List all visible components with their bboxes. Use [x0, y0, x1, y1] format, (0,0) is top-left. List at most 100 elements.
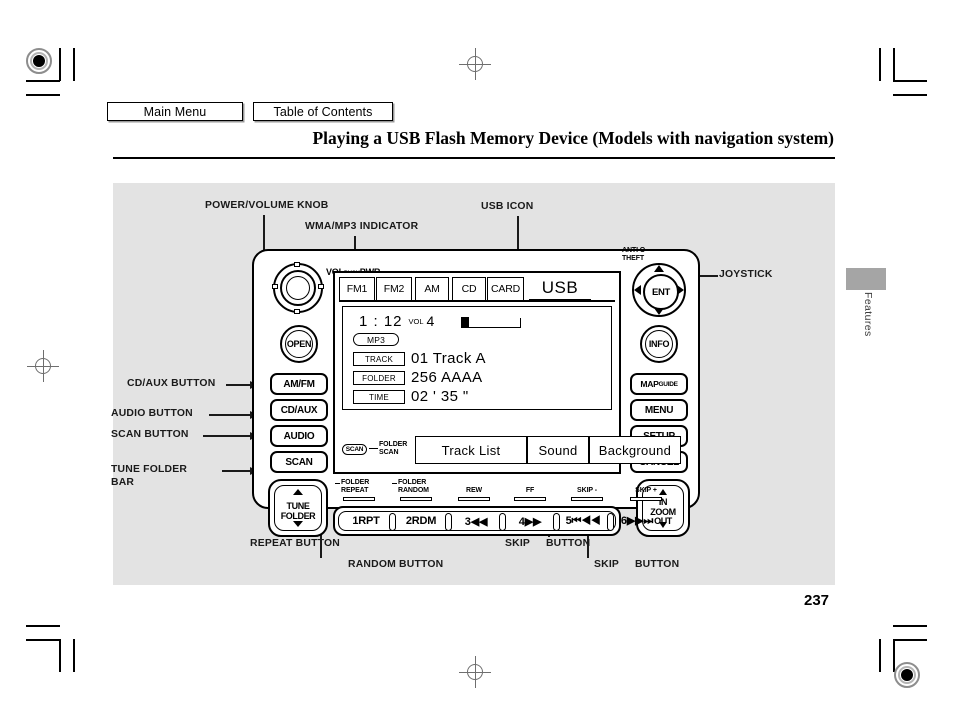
- leader-line: [263, 215, 265, 253]
- registration-mark-bottom-right: [894, 662, 920, 688]
- tune-folder-up-icon[interactable]: [293, 489, 303, 495]
- preset-button-bar: 1RPT 2RDM 3◀◀ 4▶▶ 5⏮◀◀ 6▶▶⏭: [333, 506, 653, 536]
- map-label: MAP: [640, 379, 659, 389]
- tab-card[interactable]: CARD: [487, 277, 524, 301]
- softkey-track-list[interactable]: Track List: [415, 436, 527, 464]
- legend-folder-random-line2: RANDOM: [398, 487, 429, 494]
- tab-am-label: AM: [424, 283, 440, 295]
- scan-button[interactable]: SCAN: [270, 451, 328, 473]
- joystick-left-icon[interactable]: [634, 285, 641, 295]
- cd-aux-label: CD/AUX: [280, 404, 318, 416]
- legend-rew: REW: [465, 487, 483, 494]
- tab-row-divider: [339, 300, 615, 302]
- folder-scan-line1: FOLDER: [379, 441, 408, 448]
- softkey-track-list-label: Track List: [441, 442, 501, 458]
- format-indicator-label: MP3: [366, 334, 386, 345]
- callout-skip-minus-button: SKIP BUTTON: [505, 538, 590, 551]
- joystick[interactable]: ENT: [632, 263, 686, 317]
- main-menu-button[interactable]: Main Menu: [107, 102, 243, 121]
- legend-folder-random-line1: FOLDER: [398, 479, 427, 486]
- softkey-background-label: Background: [598, 442, 672, 458]
- cd-aux-button[interactable]: CD/AUX: [270, 399, 328, 421]
- audio-label: AUDIO: [283, 430, 315, 442]
- registration-mark-top-left: [26, 48, 52, 74]
- tab-fm1[interactable]: FM1: [339, 277, 375, 301]
- folder-tag: FOLDER: [353, 371, 405, 385]
- crop-mark: [893, 48, 895, 81]
- open-button[interactable]: OPEN: [280, 325, 318, 363]
- registration-crosshair-bottom: [459, 656, 491, 688]
- format-indicator: MP3: [353, 333, 399, 346]
- crop-mark: [893, 639, 895, 672]
- tune-folder-line1: TUNE: [286, 501, 310, 511]
- callout-skip-minus-word: SKIP: [505, 538, 530, 549]
- preset-button-2[interactable]: 2RDM: [397, 508, 445, 534]
- preset-separator: [389, 513, 396, 531]
- tab-usb-label: USB: [541, 278, 579, 297]
- crop-mark: [73, 639, 75, 672]
- ent-button[interactable]: ENT: [643, 274, 679, 310]
- preset-separator: [445, 513, 452, 531]
- tune-folder-down-icon[interactable]: [293, 521, 303, 527]
- preset-button-5[interactable]: 5⏮◀◀: [559, 508, 607, 534]
- tab-am[interactable]: AM: [415, 277, 449, 301]
- crop-mark: [26, 80, 60, 82]
- preset-4-label: 4▶▶: [518, 515, 542, 528]
- callout-cd-aux-button: CD/AUX BUTTON: [127, 378, 216, 389]
- crop-mark: [893, 625, 927, 627]
- guide-label: GUIDE: [658, 380, 678, 388]
- legend-bar: [458, 497, 490, 501]
- time-tag: TIME: [353, 390, 405, 404]
- callout-skip-plus-word: SKIP: [594, 559, 619, 570]
- callout-repeat-button: REPEAT BUTTON: [250, 538, 340, 549]
- table-of-contents-button[interactable]: Table of Contents: [253, 102, 393, 121]
- folder-scan-line2: SCAN: [379, 449, 399, 456]
- callout-wma-mp3-indicator: WMA/MP3 INDICATOR: [305, 221, 419, 232]
- anti-theft-line2: THEFT: [622, 254, 645, 262]
- tab-fm2[interactable]: FM2: [376, 277, 412, 301]
- registration-crosshair-top: [459, 48, 491, 80]
- callout-skip-plus-button: SKIP BUTTON: [594, 559, 679, 572]
- table-of-contents-label: Table of Contents: [273, 104, 373, 119]
- callout-tune-folder-bar-line2: BAR: [111, 476, 135, 488]
- audio-button[interactable]: AUDIO: [270, 425, 328, 447]
- clock-value: 1 : 12: [359, 313, 403, 330]
- am-fm-button[interactable]: AM/FM: [270, 373, 328, 395]
- preset-button-4[interactable]: 4▶▶: [507, 508, 553, 534]
- callout-audio-button: AUDIO BUTTON: [111, 408, 193, 419]
- anti-theft-label: ANTI O THEFT: [622, 247, 645, 262]
- audio-head-unit: VOLPUSHPWR OPEN AM/FM CD/AUX AUDIO SCAN: [252, 247, 700, 537]
- preset-button-6[interactable]: 6▶▶⏭: [613, 508, 661, 534]
- power-volume-knob[interactable]: [272, 262, 324, 314]
- info-button[interactable]: INFO: [640, 325, 678, 363]
- legend-skip-minus: SKIP -: [577, 487, 597, 494]
- preset-5-label: 5⏮◀◀: [565, 514, 601, 527]
- crop-mark: [879, 48, 881, 81]
- callout-random-button: RANDOM BUTTON: [348, 559, 444, 570]
- callout-joystick: JOYSTICK: [719, 269, 773, 280]
- tab-cd-label: CD: [461, 283, 477, 295]
- menu-button[interactable]: MENU: [630, 399, 688, 421]
- preset-3-label: 3◀◀: [464, 515, 488, 528]
- callout-tune-folder-bar-line1: TUNE FOLDER: [111, 464, 188, 475]
- leader-line: [222, 470, 250, 472]
- softkey-row: SCAN FOLDER SCAN Track List Sound Backgr: [342, 436, 681, 464]
- softkey-background[interactable]: Background: [589, 436, 681, 464]
- menu-label: MENU: [644, 404, 674, 416]
- preset-button-1[interactable]: 1RPT: [343, 508, 389, 534]
- map-guide-button[interactable]: MAP GUIDE: [630, 373, 688, 395]
- tune-folder-bar[interactable]: TUNE FOLDER: [268, 479, 328, 537]
- clock-volume-row: 1 : 12 VOL 4: [359, 313, 434, 331]
- softkey-sound[interactable]: Sound: [527, 436, 589, 464]
- legend-ff: FF: [525, 487, 535, 494]
- legend-hook-icon: [392, 483, 397, 485]
- legend-bar: [571, 497, 603, 501]
- illustration-panel: POWER/VOLUME KNOB WMA/MP3 INDICATOR USB …: [111, 183, 835, 585]
- preset-button-3[interactable]: 3◀◀: [453, 508, 499, 534]
- tab-usb[interactable]: USB: [529, 277, 591, 301]
- scan-arrow-icon: [369, 448, 378, 450]
- preset-function-legend: FOLDER REPEAT FOLDER RANDOM REW FF SKIP …: [335, 479, 662, 505]
- tab-cd[interactable]: CD: [452, 277, 486, 301]
- track-tag: TRACK: [353, 352, 405, 366]
- joystick-up-icon[interactable]: [654, 265, 664, 272]
